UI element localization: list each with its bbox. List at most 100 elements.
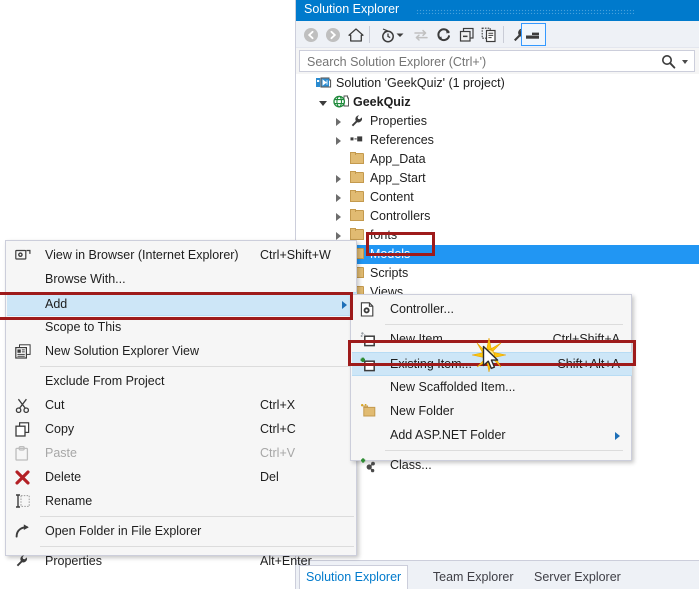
solution-explorer-toolbar — [296, 21, 699, 48]
menu-item-open-folder-in-file-explorer[interactable]: Open Folder in File Explorer — [7, 520, 357, 544]
submenu-item-add-asp-net-folder[interactable]: Add ASP.NET Folder — [352, 424, 632, 448]
submenu-item-new-scaffolded-item[interactable]: New Scaffolded Item... — [352, 376, 632, 400]
paste-icon — [15, 446, 32, 462]
context-menu[interactable]: View in Browser (Internet Explorer)Ctrl+… — [5, 240, 357, 556]
controller-icon — [360, 302, 377, 318]
menu-item-shortcut: Ctrl+C — [260, 422, 296, 436]
preview-selected-items-button[interactable] — [521, 23, 546, 46]
add-submenu[interactable]: Controller...New Item...Ctrl+Shift+AExis… — [350, 294, 632, 461]
chevron-down-icon[interactable] — [394, 24, 406, 45]
menu-item-exclude-from-project[interactable]: Exclude From Project — [7, 370, 357, 394]
view-in-browser-icon — [15, 248, 32, 264]
chevron-right-icon[interactable] — [336, 213, 341, 221]
folder-icon — [350, 152, 366, 167]
menu-item-label: Browse With... — [45, 272, 126, 286]
submenu-item-shortcut: Shift+Alt+A — [557, 357, 620, 371]
chevron-down-icon[interactable] — [319, 101, 327, 106]
menu-item-paste[interactable]: PasteCtrl+V — [7, 442, 357, 466]
tree-item-references[interactable]: References — [296, 131, 699, 150]
tree-item-solution-geekquiz-1-project[interactable]: Solution 'GeekQuiz' (1 project) — [296, 74, 699, 93]
forward-icon[interactable] — [322, 24, 344, 45]
menu-item-shortcut: Ctrl+Shift+W — [260, 248, 331, 262]
tree-item-geekquiz[interactable]: GeekQuiz — [296, 93, 699, 112]
tab-team-explorer[interactable]: Team Explorer — [427, 566, 520, 589]
search-box[interactable] — [299, 50, 695, 72]
menu-item-label: Scope to This — [45, 320, 121, 334]
menu-item-shortcut: Alt+Enter — [260, 554, 312, 568]
screen-root: Solution Explorer — [0, 0, 699, 589]
new-item-icon — [360, 332, 377, 348]
folder-icon — [350, 171, 366, 186]
wrench-icon — [350, 114, 366, 129]
menu-item-new-solution-explorer-view[interactable]: New Solution Explorer View — [7, 340, 357, 364]
menu-item-label: Add — [45, 297, 67, 311]
menu-item-shortcut: Del — [260, 470, 279, 484]
submenu-item-existing-item[interactable]: Existing Item... Shift+Alt+A — [352, 352, 632, 376]
tree-item-label: Controllers — [370, 209, 430, 223]
solution-explorer-titlebar: Solution Explorer — [296, 0, 699, 21]
chevron-right-icon[interactable] — [336, 232, 341, 240]
menu-item-add[interactable]: Add — [7, 292, 357, 316]
refresh-icon[interactable] — [433, 24, 455, 45]
tab-server-explorer[interactable]: Server Explorer — [528, 566, 627, 589]
back-icon[interactable] — [300, 24, 322, 45]
menu-item-label: Cut — [45, 398, 64, 412]
new-folder-icon — [360, 404, 377, 420]
tree-item-label: fonts — [370, 228, 397, 242]
panel-title: Solution Explorer — [304, 2, 399, 16]
menu-item-cut[interactable]: Cut Ctrl+X — [7, 394, 357, 418]
menu-item-label: New Solution Explorer View — [45, 344, 199, 358]
class-icon — [360, 458, 377, 474]
submenu-item-new-folder[interactable]: New Folder — [352, 400, 632, 424]
menu-item-copy[interactable]: Copy Ctrl+C — [7, 418, 357, 442]
submenu-separator — [385, 324, 623, 325]
scissors-icon — [15, 398, 32, 414]
submenu-item-class[interactable]: Class... — [352, 454, 632, 478]
collapse-all-icon[interactable] — [456, 24, 478, 45]
submenu-item-controller[interactable]: Controller... — [352, 298, 632, 322]
menu-item-label: Open Folder in File Explorer — [45, 524, 201, 538]
delete-x-icon — [15, 470, 32, 486]
home-icon[interactable] — [345, 24, 367, 45]
folder-icon — [350, 209, 366, 224]
menu-item-properties[interactable]: PropertiesAlt+Enter — [7, 550, 357, 574]
sync-with-active-document-icon[interactable] — [410, 24, 432, 45]
menu-item-browse-with[interactable]: Browse With... — [7, 268, 357, 292]
menu-item-label: Exclude From Project — [45, 374, 164, 388]
tree-item-label: References — [370, 133, 434, 147]
chevron-right-icon — [342, 301, 347, 309]
submenu-separator — [385, 450, 623, 451]
show-all-files-icon[interactable] — [478, 24, 500, 45]
menu-item-label: Copy — [45, 422, 74, 436]
submenu-item-new-item[interactable]: New Item...Ctrl+Shift+A — [352, 328, 632, 352]
tree-item-properties[interactable]: Properties — [296, 112, 699, 131]
menu-separator — [40, 366, 354, 367]
chevron-right-icon[interactable] — [336, 118, 341, 126]
chevron-right-icon[interactable] — [336, 194, 341, 202]
submenu-item-label: New Folder — [390, 404, 454, 418]
chevron-right-icon[interactable] — [336, 137, 341, 145]
submenu-item-label: Add ASP.NET Folder — [390, 428, 506, 442]
open-folder-arrow-icon — [15, 524, 32, 540]
menu-separator — [40, 516, 354, 517]
menu-item-scope-to-this[interactable]: Scope to This — [7, 316, 357, 340]
menu-item-view-in-browser-internet-explorer[interactable]: View in Browser (Internet Explorer)Ctrl+… — [7, 244, 357, 268]
tree-item-label: Scripts — [370, 266, 408, 280]
wrench-icon — [15, 554, 32, 570]
search-icon[interactable] — [661, 54, 676, 72]
menu-item-shortcut: Ctrl+X — [260, 398, 295, 412]
search-input[interactable] — [305, 53, 655, 71]
chevron-right-icon[interactable] — [336, 175, 341, 183]
tree-item-controllers[interactable]: Controllers — [296, 207, 699, 226]
menu-separator — [40, 546, 354, 547]
menu-item-label: Delete — [45, 470, 81, 484]
title-drag-grip — [416, 9, 634, 14]
submenu-item-label: Existing Item... — [390, 357, 472, 371]
menu-item-label: Paste — [45, 446, 77, 460]
chevron-down-icon[interactable] — [682, 60, 688, 64]
tree-item-app-data[interactable]: App_Data — [296, 150, 699, 169]
tree-item-content[interactable]: Content — [296, 188, 699, 207]
menu-item-rename[interactable]: Rename — [7, 490, 357, 514]
menu-item-delete[interactable]: Delete Del — [7, 466, 357, 490]
tree-item-app-start[interactable]: App_Start — [296, 169, 699, 188]
